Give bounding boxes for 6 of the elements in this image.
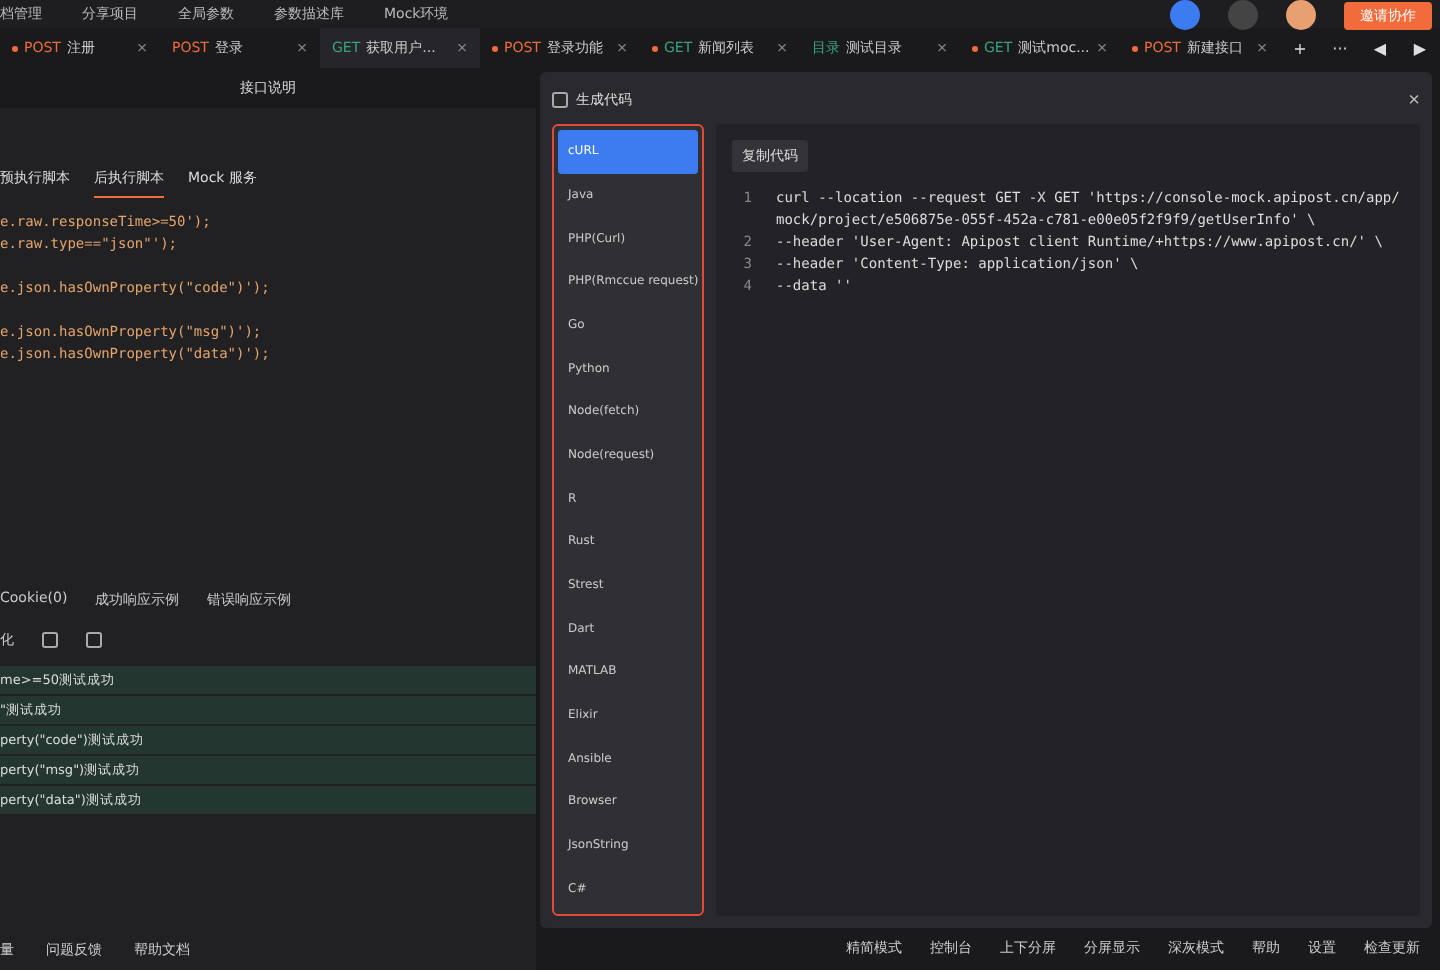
- prev-button[interactable]: ◀: [1360, 39, 1400, 57]
- more-button[interactable]: ···: [1320, 39, 1360, 57]
- close-button[interactable]: ×: [1408, 89, 1420, 111]
- add-tab-button[interactable]: +: [1280, 39, 1320, 57]
- avatar-icon[interactable]: [1286, 0, 1316, 30]
- next-button[interactable]: ▶: [1400, 39, 1440, 57]
